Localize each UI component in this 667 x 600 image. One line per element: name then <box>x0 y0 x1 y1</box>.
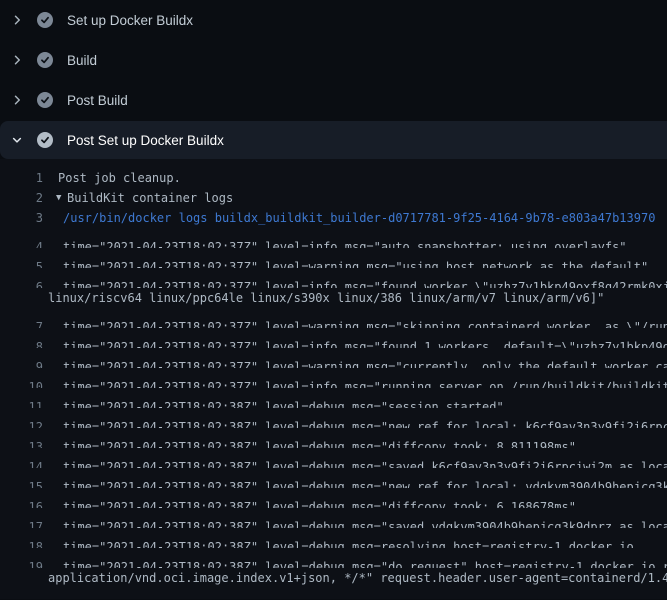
log-text: time="2021-04-23T18:02:38Z" level=debug … <box>63 517 667 528</box>
log-text: time="2021-04-23T18:02:37Z" level=info m… <box>63 337 667 348</box>
log-text: time="2021-04-23T18:02:37Z" level=warnin… <box>63 357 667 368</box>
line-number[interactable]: 4 <box>0 237 43 248</box>
log-text: time="2021-04-23T18:02:37Z" level=warnin… <box>63 257 648 268</box>
step-header-post-build[interactable]: Post Build <box>0 80 667 120</box>
line-number[interactable]: 1 <box>0 168 43 188</box>
log-line: 19 time="2021-04-23T18:02:38Z" level=deb… <box>0 548 667 568</box>
line-number[interactable]: 9 <box>0 357 43 368</box>
log-text: time="2021-04-23T18:02:38Z" level=debug … <box>63 397 504 408</box>
log-group-header[interactable]: 2 ▼BuildKit container logs <box>0 188 667 208</box>
log-panel: 1 Post job cleanup. 2 ▼BuildKit containe… <box>0 159 667 599</box>
log-line: 12 time="2021-04-23T18:02:38Z" level=deb… <box>0 408 667 428</box>
log-text: time="2021-04-23T18:02:38Z" level=debug … <box>63 437 576 448</box>
log-text: linux/riscv64 linux/ppc64le linux/s390x … <box>48 288 604 308</box>
log-text: time="2021-04-23T18:02:38Z" level=debug … <box>63 477 667 488</box>
line-number[interactable]: 15 <box>0 477 43 488</box>
steps-list: Set up Docker Buildx Build P <box>0 0 667 159</box>
log-line: 6 time="2021-04-23T18:02:37Z" level=info… <box>0 268 667 288</box>
chevron-right-icon <box>10 13 24 27</box>
chevron-down-icon <box>10 133 24 147</box>
log-line: 15 time="2021-04-23T18:02:38Z" level=deb… <box>0 468 667 488</box>
step-label: Set up Docker Buildx <box>67 13 193 28</box>
step-header-post-set-up-docker-buildx[interactable]: Post Set up Docker Buildx <box>0 121 667 159</box>
log-line: 16 time="2021-04-23T18:02:38Z" level=deb… <box>0 488 667 508</box>
log-line: application/vnd.oci.image.index.v1+json,… <box>0 568 667 588</box>
chevron-right-icon <box>10 53 24 67</box>
log-line: 9 time="2021-04-23T18:02:37Z" level=warn… <box>0 348 667 368</box>
line-number[interactable]: 6 <box>0 277 43 288</box>
log-line: 14 time="2021-04-23T18:02:38Z" level=deb… <box>0 448 667 468</box>
line-number[interactable]: 14 <box>0 457 43 468</box>
log-line: 20 time="2021-04-23T18:02:38Z" level=deb… <box>0 588 667 599</box>
line-number[interactable]: 10 <box>0 377 43 388</box>
step-label: Build <box>67 53 97 68</box>
log-text: time="2021-04-23T18:02:37Z" level=info m… <box>63 277 667 288</box>
log-text: /usr/bin/docker logs buildx_buildkit_bui… <box>63 208 655 228</box>
line-number[interactable]: 13 <box>0 437 43 448</box>
log-line: 4 time="2021-04-23T18:02:37Z" level=info… <box>0 228 667 248</box>
line-number[interactable]: 16 <box>0 497 43 508</box>
log-command-line: 3 /usr/bin/docker logs buildx_buildkit_b… <box>0 208 667 228</box>
line-number[interactable]: 3 <box>0 208 43 228</box>
log-text: time="2021-04-23T18:02:37Z" level=warnin… <box>63 317 667 328</box>
step-label: Post Set up Docker Buildx <box>67 133 224 148</box>
log-line: 18 time="2021-04-23T18:02:38Z" level=deb… <box>0 528 667 548</box>
log-line: linux/riscv64 linux/ppc64le linux/s390x … <box>0 288 667 308</box>
log-text: time="2021-04-23T18:02:38Z" level=debug … <box>63 497 576 508</box>
log-line: 1 Post job cleanup. <box>0 168 667 188</box>
log-text: Post job cleanup. <box>58 168 181 188</box>
line-number[interactable]: 20 <box>0 597 43 599</box>
step-header-build[interactable]: Build <box>0 40 667 80</box>
step-header-set-up-docker-buildx[interactable]: Set up Docker Buildx <box>0 0 667 40</box>
log-line: 13 time="2021-04-23T18:02:38Z" level=deb… <box>0 428 667 448</box>
chevron-right-icon <box>10 93 24 107</box>
line-number[interactable]: 2 <box>0 188 43 208</box>
check-circle-icon <box>37 92 53 108</box>
step-label: Post Build <box>67 93 128 108</box>
line-number[interactable]: 11 <box>0 397 43 408</box>
check-circle-icon <box>37 12 53 28</box>
check-circle-icon <box>37 132 53 148</box>
line-number[interactable]: 12 <box>0 417 43 428</box>
log-text: application/vnd.oci.image.index.v1+json,… <box>48 568 667 588</box>
log-text: time="2021-04-23T18:02:37Z" level=info m… <box>63 377 667 388</box>
line-number[interactable]: 7 <box>0 317 43 328</box>
log-line: 17 time="2021-04-23T18:02:38Z" level=deb… <box>0 508 667 528</box>
log-line: 7 time="2021-04-23T18:02:37Z" level=warn… <box>0 308 667 328</box>
log-text: time="2021-04-23T18:02:38Z" level=debug … <box>63 537 634 548</box>
log-text: time="2021-04-23T18:02:38Z" level=debug … <box>63 417 667 428</box>
log-line: 5 time="2021-04-23T18:02:37Z" level=warn… <box>0 248 667 268</box>
log-line: 11 time="2021-04-23T18:02:38Z" level=deb… <box>0 388 667 408</box>
line-number[interactable]: 5 <box>0 257 43 268</box>
log-line: 10 time="2021-04-23T18:02:37Z" level=inf… <box>0 368 667 388</box>
log-text: time="2021-04-23T18:02:37Z" level=info m… <box>63 237 627 248</box>
line-number <box>0 288 43 308</box>
log-line: 8 time="2021-04-23T18:02:37Z" level=info… <box>0 328 667 348</box>
line-number <box>0 568 43 588</box>
line-number[interactable]: 18 <box>0 537 43 548</box>
check-circle-icon <box>37 52 53 68</box>
log-text: BuildKit container logs <box>67 188 233 208</box>
log-text: time="2021-04-23T18:02:38Z" level=debug … <box>63 557 667 568</box>
line-number[interactable]: 8 <box>0 337 43 348</box>
log-text: time="2021-04-23T18:02:38Z" level=debug … <box>63 457 667 468</box>
group-collapse-triangle-icon[interactable]: ▼ <box>56 188 67 208</box>
log-text: time="2021-04-23T18:02:38Z" level=debug … <box>63 597 667 599</box>
line-number[interactable]: 17 <box>0 517 43 528</box>
line-number[interactable]: 19 <box>0 557 43 568</box>
